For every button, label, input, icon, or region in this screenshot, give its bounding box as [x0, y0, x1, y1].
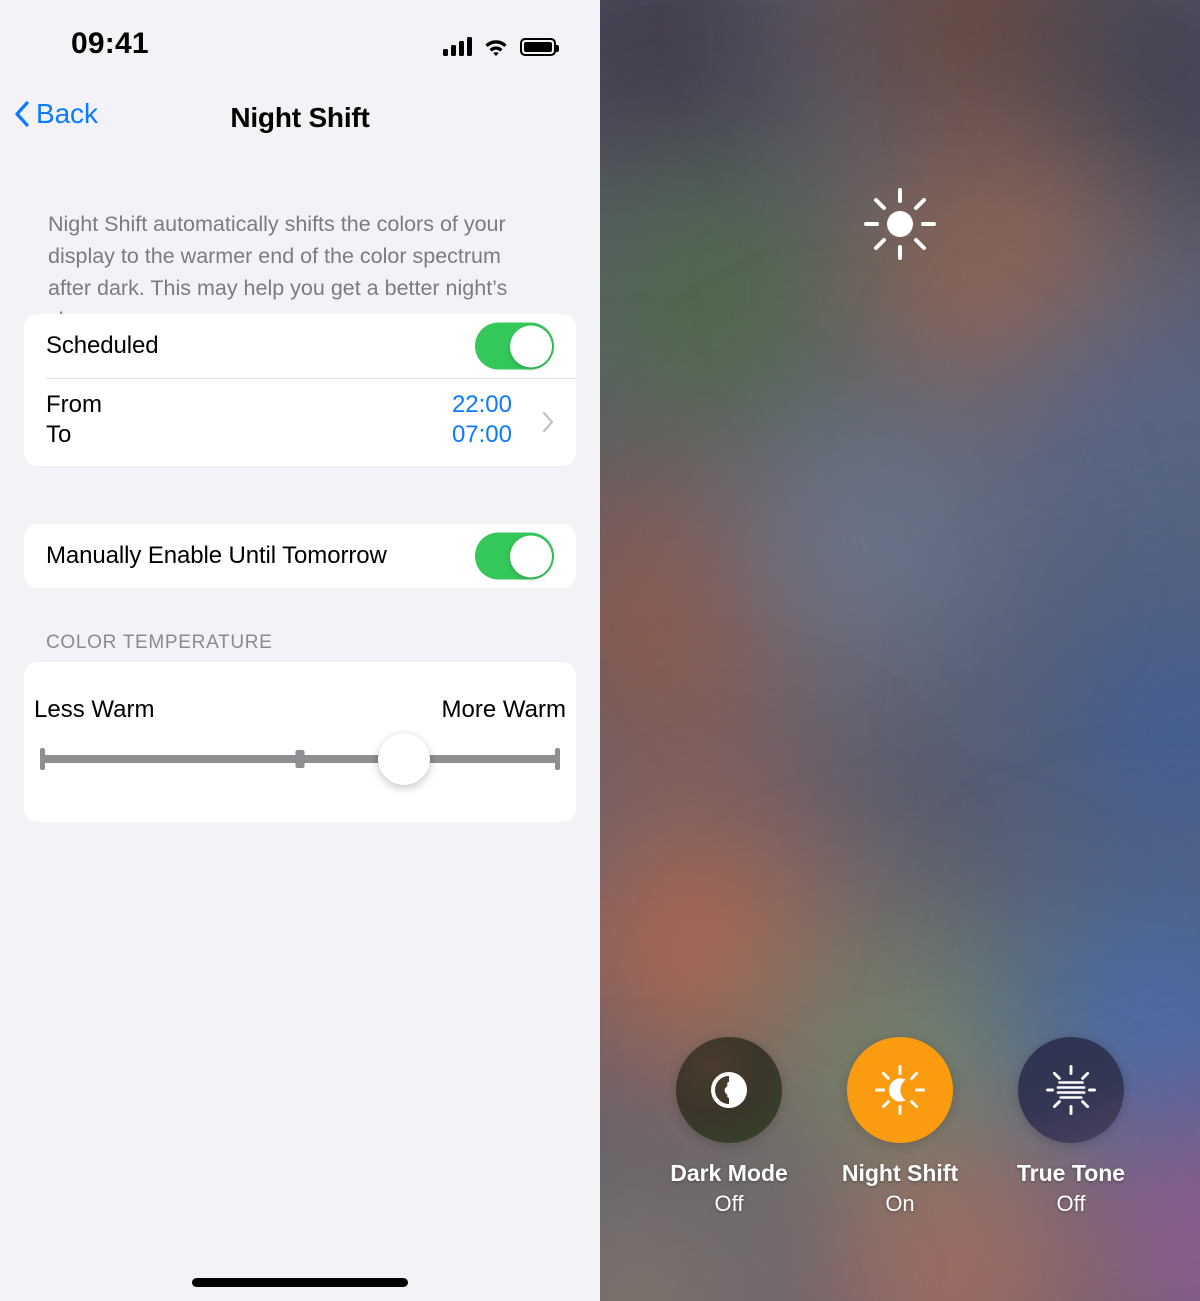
dark-mode-title: Dark Mode [670, 1160, 788, 1186]
scheduled-label: Scheduled [46, 332, 159, 359]
sun-icon [864, 188, 936, 260]
from-value: 22:00 [451, 391, 512, 418]
status-bar-time: 09:41 [71, 27, 149, 60]
night-shift-button[interactable]: Night Shift On [842, 1037, 958, 1217]
display-mode-buttons: Dark Mode Off Night Shift On True Tone O… [600, 1037, 1200, 1217]
dark-mode-state: Off [714, 1191, 744, 1216]
schedule-time-row[interactable]: From 22:00 To 07:00 [24, 378, 576, 466]
manual-enable-card: Manually Enable Until Tomorrow [24, 524, 576, 588]
night-shift-state: On [885, 1191, 915, 1216]
slider-thumb[interactable] [378, 733, 430, 785]
from-label: From [46, 391, 102, 418]
color-temperature-card: Less Warm More Warm [24, 662, 576, 822]
scheduled-row[interactable]: Scheduled [24, 314, 576, 378]
battery-icon [520, 38, 559, 56]
color-temperature-slider[interactable] [40, 733, 560, 785]
signal-bars-icon [443, 36, 472, 56]
chevron-right-icon [542, 411, 554, 433]
manual-enable-label: Manually Enable Until Tomorrow [46, 542, 387, 569]
status-bar-indicators [443, 30, 559, 56]
schedule-card: Scheduled From 22:00 To 07:00 [24, 314, 576, 466]
true-tone-button[interactable]: True Tone Off [1016, 1037, 1126, 1217]
to-label: To [46, 421, 72, 448]
night-shift-title: Night Shift [841, 1160, 959, 1186]
page-title: Night Shift [230, 102, 370, 133]
true-tone-title: True Tone [1016, 1160, 1126, 1186]
slider-midpoint-tick [295, 750, 305, 768]
schedule-to-line: To 07:00 [24, 421, 576, 449]
schedule-from-line: From 22:00 [24, 391, 576, 419]
dark-mode-icon [711, 1072, 747, 1108]
night-shift-button-circle [847, 1037, 953, 1143]
night-shift-icon [875, 1065, 925, 1115]
dark-mode-button[interactable]: Dark Mode Off [670, 1037, 788, 1217]
true-tone-button-circle [1018, 1037, 1124, 1143]
true-tone-icon [1046, 1065, 1096, 1115]
manual-enable-toggle[interactable] [475, 532, 554, 580]
color-temperature-section-header: COLOR TEMPERATURE [46, 632, 273, 653]
true-tone-state: Off [1056, 1191, 1086, 1216]
slider-max-cap [555, 748, 560, 770]
scheduled-toggle-knob [509, 325, 552, 367]
control-center-brightness-screen: Dark Mode Off Night Shift On True Tone O… [600, 0, 1200, 1301]
dual-screenshot: 09:41 Back Night Shift Night Shift autom… [0, 0, 1200, 1301]
scheduled-toggle[interactable] [475, 322, 554, 370]
dark-mode-button-circle [676, 1037, 782, 1143]
to-value: 07:00 [451, 421, 512, 448]
less-warm-label: Less Warm [34, 696, 155, 723]
manual-enable-row[interactable]: Manually Enable Until Tomorrow [24, 524, 576, 588]
status-bar: 09:41 [0, 0, 600, 78]
more-warm-label: More Warm [441, 696, 566, 723]
wifi-icon [485, 40, 507, 56]
color-temperature-labels: Less Warm More Warm [34, 696, 566, 724]
slider-min-cap [40, 748, 45, 770]
home-indicator[interactable] [192, 1278, 408, 1287]
settings-night-shift-screen: 09:41 Back Night Shift Night Shift autom… [0, 0, 600, 1301]
navigation-bar: Back Night Shift [0, 90, 600, 144]
manual-enable-toggle-knob [509, 535, 552, 577]
